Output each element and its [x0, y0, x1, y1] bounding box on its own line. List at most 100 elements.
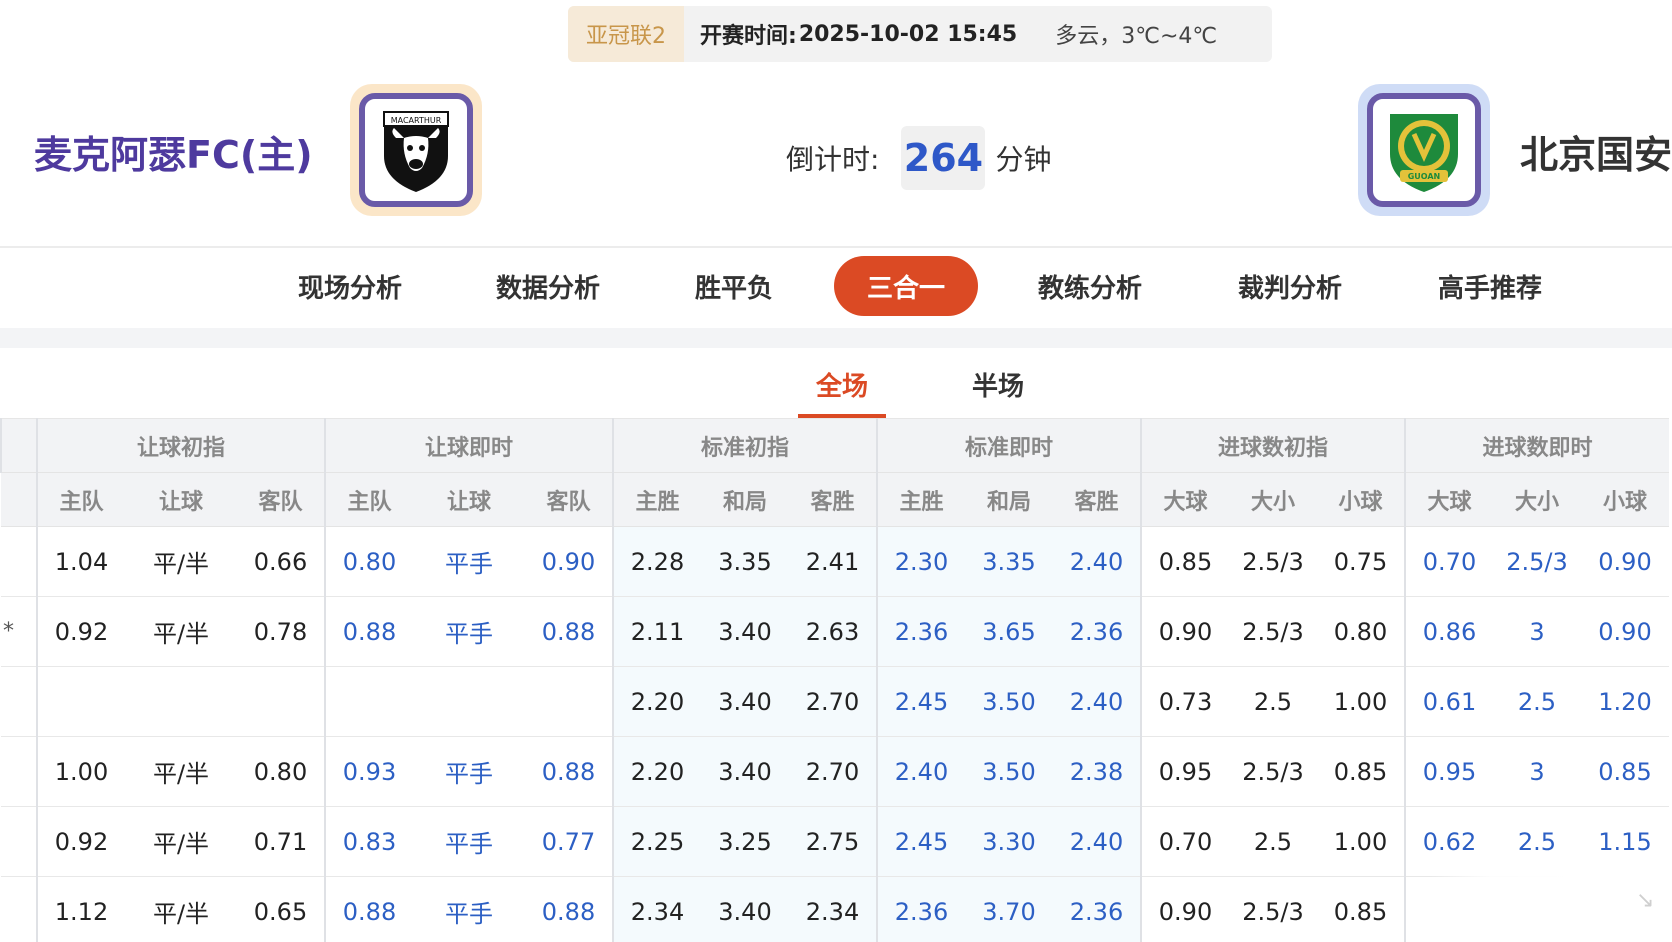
odds-cell: 0.80	[237, 736, 325, 807]
kickoff-label: 开赛时间:	[700, 24, 797, 49]
odds-cell: 0.71	[237, 806, 325, 877]
home-team-logo[interactable]: MACARTHUR	[350, 84, 482, 216]
row-mark	[1, 736, 37, 807]
odds-cell: 2.45	[876, 806, 965, 877]
away-team-name[interactable]: 北京国安	[1520, 124, 1672, 179]
nav-tab-referee-analysis[interactable]: 裁判分析	[1220, 256, 1360, 316]
odds-cell: 3.50	[965, 666, 1053, 737]
odds-cell	[125, 666, 237, 737]
odds-cell: 2.40	[876, 736, 965, 807]
odds-row[interactable]: 1.12 平/半 0.65 0.88 平手 0.88 2.34 3.40 2.34 2.36 3.7…	[1, 876, 1669, 942]
odds-cell: 2.5/3	[1229, 526, 1317, 597]
odds-cell: 0.65	[237, 876, 325, 942]
column-header: 让球	[125, 472, 237, 527]
home-team-name[interactable]: 麦克阿瑟FC(主)	[34, 124, 313, 179]
odds-cell: 0.85	[1317, 876, 1405, 942]
odds-cell: 3	[1493, 736, 1581, 807]
odds-cell: 0.92	[36, 596, 125, 667]
odds-cell: 1.20	[1581, 666, 1669, 737]
odds-cell: 2.45	[876, 666, 965, 737]
odds-cell: 2.5/3	[1493, 526, 1581, 597]
odds-cell: 0.80	[1317, 596, 1405, 667]
odds-cell: 0.90	[1140, 876, 1229, 942]
odds-cell: 0.73	[1140, 666, 1229, 737]
nav-tab-onsite-analysis[interactable]: 现场分析	[280, 256, 420, 316]
nav-tab-coach-analysis[interactable]: 教练分析	[1020, 256, 1160, 316]
odds-cell: 2.5	[1493, 806, 1581, 877]
column-header: 大小	[1493, 472, 1581, 527]
odds-cell: 2.34	[612, 876, 701, 942]
odds-cell: 2.36	[876, 596, 965, 667]
odds-cell: 0.61	[1404, 666, 1493, 737]
odds-cell: 0.92	[36, 806, 125, 877]
odds-cell: 2.36	[1053, 876, 1141, 942]
odds-cell: 平手	[413, 736, 525, 807]
away-logo-text: GUOAN	[1408, 172, 1441, 181]
odds-cell: 2.5	[1493, 666, 1581, 737]
odds-cell: 0.86	[1404, 596, 1493, 667]
column-header: 客胜	[1053, 472, 1141, 527]
odds-row[interactable]: 0.92 平/半 0.71 0.83 平手 0.77 2.25 3.25 2.75 2.45 3.3…	[1, 806, 1669, 877]
odds-cell: 1.12	[36, 876, 125, 942]
corner-arrow-icon: ↘	[1636, 888, 1655, 913]
odds-cell: 0.90	[1140, 596, 1229, 667]
odds-cell: 2.75	[789, 806, 877, 877]
kickoff-time: 2025-10-02 15:45	[798, 21, 1018, 47]
odds-table-body: 1.04 平/半 0.66 0.80 平手 0.90 2.28 3.35 2.41 2.30 3.3…	[1, 526, 1669, 942]
group-header: 进球数即时	[1404, 418, 1669, 473]
odds-cell: 0.88	[525, 736, 613, 807]
macarthur-logo-icon: MACARTHUR	[359, 93, 473, 207]
odds-cell: 2.5/3	[1229, 736, 1317, 807]
odds-cell: 0.62	[1404, 806, 1493, 877]
analysis-nav: 现场分析 数据分析 胜平负 三合一 教练分析 裁判分析 高手推荐	[0, 256, 1672, 316]
odds-cell: 2.20	[612, 736, 701, 807]
table-group-header: 让球初指 让球即时 标准初指 标准即时 进球数初指 进球数即时	[0, 418, 1669, 473]
odds-cell: 0.85	[1140, 526, 1229, 597]
column-header: 客胜	[789, 472, 877, 527]
odds-cell: 3.70	[965, 876, 1053, 942]
row-mark: *	[1, 596, 37, 667]
odds-cell: 0.78	[237, 596, 325, 667]
odds-cell: 0.93	[324, 736, 413, 807]
odds-cell: 3.40	[701, 596, 789, 667]
odds-cell: 2.40	[1053, 666, 1141, 737]
nav-tab-three-in-one[interactable]: 三合一	[834, 256, 978, 316]
odds-cell	[36, 666, 125, 737]
header-stub	[1, 472, 37, 527]
row-mark	[1, 666, 37, 737]
odds-cell: 3.40	[701, 876, 789, 942]
countdown-label: 倒计时:	[786, 143, 880, 176]
odds-cell: 2.20	[612, 666, 701, 737]
odds-cell: 2.5	[1229, 806, 1317, 877]
odds-cell: 3.65	[965, 596, 1053, 667]
nav-tab-expert-picks[interactable]: 高手推荐	[1420, 256, 1560, 316]
subtab-half-time[interactable]: 半场	[954, 366, 1042, 418]
column-header: 小球	[1581, 472, 1669, 527]
league-tag[interactable]: 亚冠联2	[568, 6, 684, 62]
odds-cell: 平/半	[125, 876, 237, 942]
away-team-logo[interactable]: GUOAN	[1358, 84, 1490, 216]
odds-cell: 0.80	[324, 526, 413, 597]
subtab-full-time[interactable]: 全场	[798, 366, 886, 418]
odds-row[interactable]: 1.04 平/半 0.66 0.80 平手 0.90 2.28 3.35 2.41 2.30 3.3…	[1, 526, 1669, 597]
odds-cell: 2.36	[1053, 596, 1141, 667]
odds-cell: 0.88	[525, 876, 613, 942]
odds-row[interactable]: 1.00 平/半 0.80 0.93 平手 0.88 2.20 3.40 2.70 2.40 3.5…	[1, 736, 1669, 807]
table-subheader: 主队 让球 客队 主队 让球 客队 主胜 和局 客胜 主胜 和局 客胜 大球 大小 小球 大球 大小 小球	[1, 472, 1669, 527]
nav-tab-data-analysis[interactable]: 数据分析	[478, 256, 618, 316]
odds-cell: 平/半	[125, 526, 237, 597]
odds-cell: 3.40	[701, 666, 789, 737]
odds-row[interactable]: * 0.92 平/半 0.78 0.88 平手 0.88 2.11 3.40 2.63 2.36 3.…	[1, 596, 1669, 667]
row-mark	[1, 806, 37, 877]
odds-cell: 0.77	[525, 806, 613, 877]
odds-cell: 2.5/3	[1229, 876, 1317, 942]
odds-cell: 平/半	[125, 736, 237, 807]
nav-tab-win-draw-loss[interactable]: 胜平负	[684, 256, 784, 316]
odds-row[interactable]: 2.20 3.40 2.70 2.45 3.50 2.40 0.73 2.5 1.00 0.61 2…	[1, 666, 1669, 737]
column-header: 主队	[36, 472, 125, 527]
odds-cell	[525, 666, 613, 737]
guoan-logo-icon: GUOAN	[1367, 93, 1481, 207]
column-header: 主队	[324, 472, 413, 527]
column-header: 客队	[237, 472, 325, 527]
group-header: 让球即时	[324, 418, 613, 473]
